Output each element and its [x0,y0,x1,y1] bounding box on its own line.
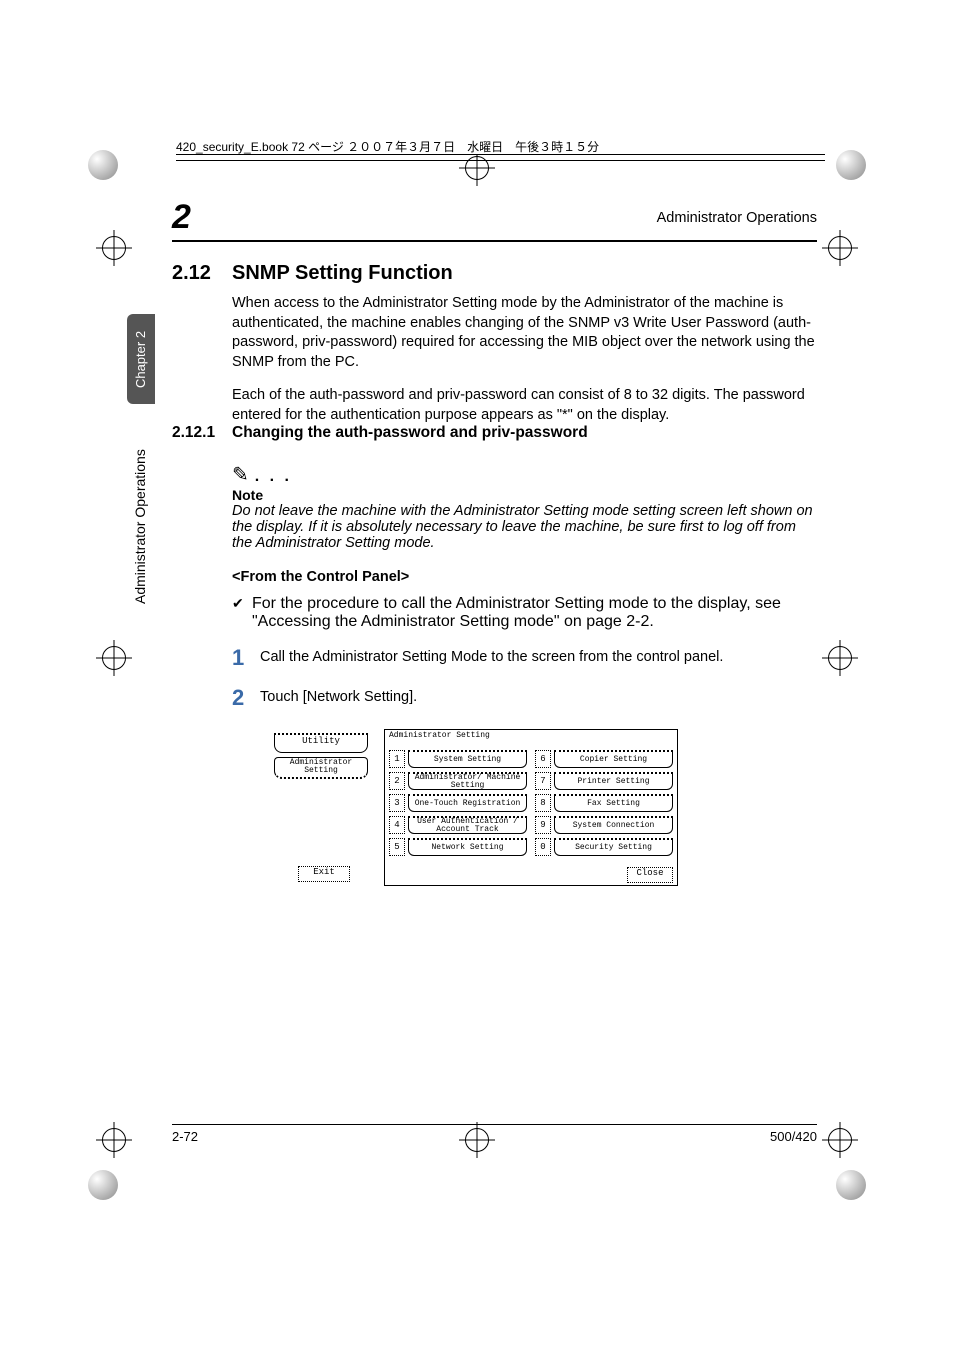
side-running-title: Administrator Operations [132,449,148,604]
header-rule [176,160,825,161]
panel-menu-number: 8 [535,794,551,812]
subheading-from-panel: <From the Control Panel> [232,569,817,585]
body-paragraph: Each of the auth-password and priv-passw… [232,386,817,425]
panel-menu-button[interactable]: Fax Setting [554,794,673,812]
page-header-title: Administrator Operations [657,210,817,226]
step-number: 1 [232,645,260,671]
registration-mark [822,230,858,266]
panel-menu-button[interactable]: Printer Setting [554,772,673,790]
panel-menu-button[interactable]: System Connection [554,816,673,834]
section-number: 2.12 [172,262,211,285]
note-icon: ✎ [232,464,249,486]
body-paragraph: When access to the Administrator Setting… [232,294,817,372]
registration-mark [96,1122,132,1158]
footer-rule [172,1124,817,1125]
panel-menu-button[interactable]: User Authentication / Account Track [408,816,527,834]
header-underline [172,240,817,242]
panel-menu-button[interactable]: Administrator/ Machine Setting [408,772,527,790]
crop-ball [88,1170,118,1200]
page-number-right: 500/420 [770,1129,817,1144]
panel-menu-button[interactable]: Copier Setting [554,750,673,768]
subsection-title: Changing the auth-password and priv-pass… [232,424,588,442]
panel-menu-number: 2 [389,772,405,790]
check-icon: ✔ [232,595,246,631]
note-ellipsis: . . . [255,468,292,485]
registration-mark [822,1122,858,1158]
crop-ball [836,1170,866,1200]
chapter-tab: Chapter 2 [127,314,155,404]
note-body: Do not leave the machine with the Admini… [232,503,817,551]
panel-menu-number: 6 [535,750,551,768]
running-header: 420_security_E.book 72 ページ ２００７年３月７日 水曜日… [176,138,605,155]
panel-menu-button[interactable]: System Setting [408,750,527,768]
panel-admin-setting-tab[interactable]: Administrator Setting [274,757,368,779]
chapter-number: 2 [172,198,191,237]
step-text: Touch [Network Setting]. [260,685,817,711]
crop-ball [88,150,118,180]
header-rule [176,154,825,155]
panel-exit-button[interactable]: Exit [298,866,350,882]
check-note-text: For the procedure to call the Administra… [252,595,817,631]
panel-menu-button[interactable]: Network Setting [408,838,527,856]
panel-screen-title: Administrator Setting [389,732,490,740]
panel-menu-number: 0 [535,838,551,856]
panel-menu-number: 7 [535,772,551,790]
registration-mark [822,640,858,676]
section-title: SNMP Setting Function [232,262,453,285]
registration-mark [96,640,132,676]
panel-menu-number: 1 [389,750,405,768]
panel-utility-tab[interactable]: Utility [274,733,368,753]
chapter-tab-label: Chapter 2 [134,330,149,387]
subsection-number: 2.12.1 [172,424,215,442]
panel-menu-number: 5 [389,838,405,856]
step-text: Call the Administrator Setting Mode to t… [260,645,817,671]
note-label: Note [232,487,817,503]
panel-menu-number: 9 [535,816,551,834]
panel-menu-number: 3 [389,794,405,812]
step-number: 2 [232,685,260,711]
control-panel-illustration: Utility Administrator Setting Exit Admin… [268,729,678,884]
panel-menu-number: 4 [389,816,405,834]
crop-ball [836,150,866,180]
panel-close-button[interactable]: Close [627,867,673,883]
panel-menu-button[interactable]: One-Touch Registration [408,794,527,812]
page-number-left: 2-72 [172,1129,198,1144]
panel-menu-button[interactable]: Security Setting [554,838,673,856]
registration-mark [96,230,132,266]
